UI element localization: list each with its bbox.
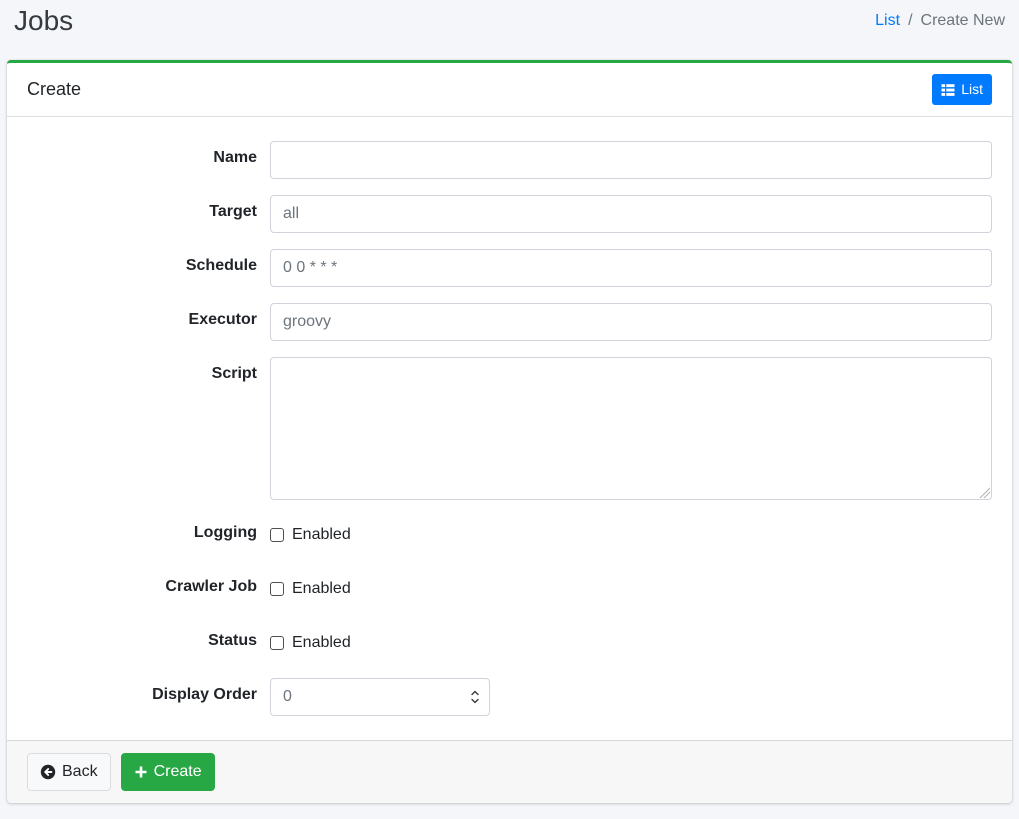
name-label: Name: [27, 141, 257, 179]
schedule-label: Schedule: [27, 249, 257, 287]
form-row-name: Name: [27, 141, 992, 179]
textarea-resize-handle[interactable]: [978, 486, 990, 498]
logging-checkbox-label[interactable]: Enabled: [292, 526, 351, 544]
script-textarea[interactable]: [270, 357, 992, 500]
executor-label: Executor: [27, 303, 257, 341]
create-button-label: Create: [154, 760, 202, 784]
form-row-logging: Logging Enabled: [27, 516, 992, 554]
card-body: Name Target Schedule Executor: [7, 117, 1012, 740]
card-header: Create List: [7, 63, 1012, 117]
form-row-status: Status Enabled: [27, 624, 992, 662]
target-label: Target: [27, 195, 257, 233]
status-label: Status: [27, 624, 257, 662]
crawler-job-checkbox-label[interactable]: Enabled: [292, 580, 351, 598]
form-row-script: Script: [27, 357, 992, 500]
form-row-schedule: Schedule: [27, 249, 992, 287]
th-list-icon: [941, 83, 955, 97]
script-label: Script: [27, 357, 257, 500]
display-order-label: Display Order: [27, 678, 257, 716]
breadcrumb-separator: /: [900, 12, 920, 30]
form-row-executor: Executor: [27, 303, 992, 341]
page-title: Jobs: [14, 6, 73, 37]
card-footer: Back Create: [7, 740, 1012, 803]
plus-icon: [134, 765, 148, 779]
form-row-display-order: Display Order: [27, 678, 992, 716]
create-job-card: Create List Name: [7, 60, 1012, 803]
logging-label: Logging: [27, 516, 257, 554]
card-title: Create: [27, 79, 81, 100]
back-button-label: Back: [62, 760, 98, 784]
form-row-crawler-job: Crawler Job Enabled: [27, 570, 992, 608]
target-input[interactable]: [270, 195, 992, 233]
logging-checkbox[interactable]: [270, 528, 284, 542]
page-header: Jobs List / Create New: [0, 0, 1019, 60]
schedule-input[interactable]: [270, 249, 992, 287]
form-row-target: Target: [27, 195, 992, 233]
crawler-job-checkbox[interactable]: [270, 582, 284, 596]
executor-input[interactable]: [270, 303, 992, 341]
list-button[interactable]: List: [932, 74, 992, 105]
list-button-label: List: [961, 79, 983, 100]
status-checkbox[interactable]: [270, 636, 284, 650]
arrow-circle-left-icon: [40, 764, 56, 780]
back-button[interactable]: Back: [27, 753, 111, 791]
display-order-input[interactable]: [270, 678, 490, 716]
number-spinner-icon[interactable]: [470, 689, 480, 705]
crawler-job-label: Crawler Job: [27, 570, 257, 608]
breadcrumb-current: Create New: [921, 12, 1005, 30]
breadcrumb-list-link[interactable]: List: [875, 12, 900, 30]
create-button[interactable]: Create: [121, 753, 215, 791]
breadcrumb: List / Create New: [875, 6, 1005, 30]
name-input[interactable]: [270, 141, 992, 179]
status-checkbox-label[interactable]: Enabled: [292, 634, 351, 652]
